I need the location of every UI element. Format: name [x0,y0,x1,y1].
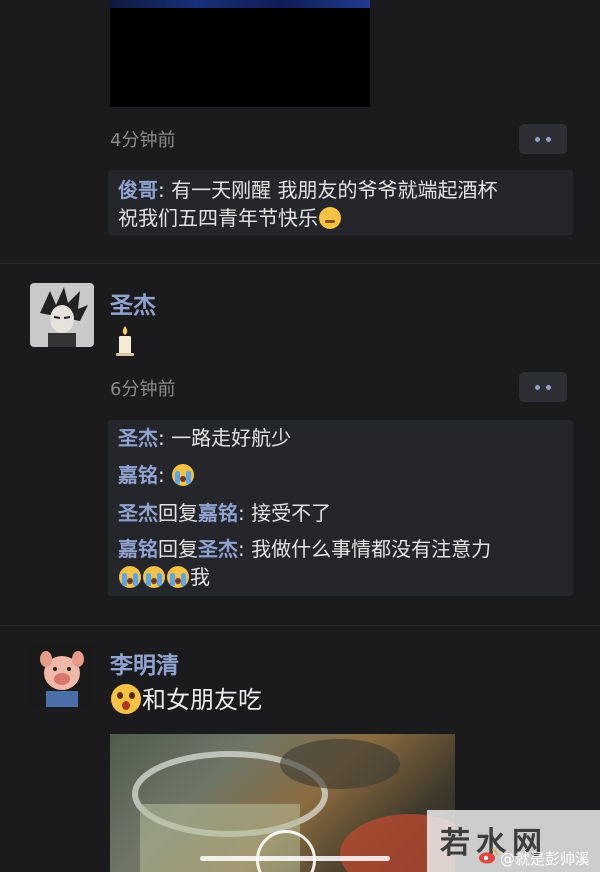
flushed-face-icon [319,207,341,229]
post-divider [0,263,600,264]
post-time: 6分钟前 [110,379,176,400]
more-options-button[interactable] [519,372,567,402]
post-time: 4分钟前 [110,130,176,151]
comment-row[interactable]: 嘉铭: [118,459,195,491]
post-content: 和女朋友吃 [110,684,262,716]
reply-to-name[interactable]: 圣杰 [198,537,238,561]
weibo-icon [478,848,498,864]
loudly-crying-face-icon [172,464,195,486]
astonished-face-icon [111,684,141,714]
comment-text: 祝我们五四青年节快乐 [118,206,318,230]
comment-text: 接受不了 [251,501,332,525]
post-username[interactable]: 李明清 [110,646,179,680]
comment-text: 一路走好航少 [171,426,292,450]
comment-row-continued: 我 [118,561,210,593]
post-image-video[interactable] [110,734,455,872]
post-username[interactable]: 圣杰 [110,286,156,320]
comment-row-continued: 祝我们五四青年节快乐 [118,202,342,234]
post-image-video[interactable] [110,0,370,107]
comment-text: 有一天刚醒 我朋友的爷爷就端起酒杯 [171,178,498,202]
post-text: 和女朋友吃 [142,686,262,714]
post-divider [0,625,600,626]
reply-to-name[interactable]: 嘉铭 [198,501,238,525]
avatar[interactable] [30,643,94,707]
comment-row[interactable]: 圣杰回复嘉铭: 接受不了 [118,497,331,529]
commenter-name[interactable]: 圣杰 [118,426,158,450]
comment-text: 我 [190,565,210,589]
commenter-name[interactable]: 俊哥 [118,178,158,202]
watermark-weibo: @就是彭帅溪 [500,850,591,868]
loudly-crying-face-icon [119,566,141,588]
candle-icon [112,324,138,356]
loudly-crying-face-icon [167,566,189,588]
comment-row[interactable]: 圣杰: 一路走好航少 [118,422,291,454]
commenter-name[interactable]: 圣杰 [118,501,158,525]
commenter-name[interactable]: 嘉铭 [118,463,158,487]
loudly-crying-face-icon [143,566,165,588]
commenter-name[interactable]: 嘉铭 [118,537,158,561]
more-options-button[interactable] [519,124,567,154]
avatar[interactable] [30,283,94,347]
comment-text: 我做什么事情都没有注意力 [251,537,492,561]
